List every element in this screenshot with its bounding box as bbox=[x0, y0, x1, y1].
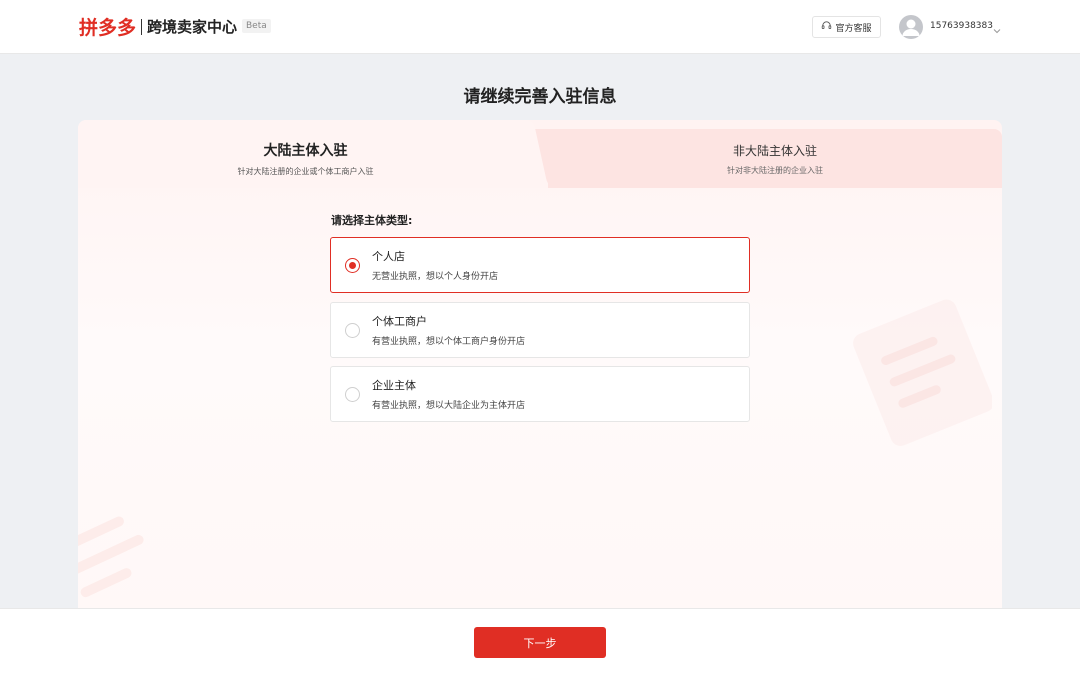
tab-non-mainland-subtitle: 针对非大陆注册的企业入驻 bbox=[727, 166, 823, 175]
entity-type-label: 请选择主体类型: bbox=[331, 214, 413, 227]
headset-icon bbox=[821, 20, 832, 34]
page-title: 请继续完善入驻信息 bbox=[463, 87, 617, 107]
radio-enterprise[interactable] bbox=[345, 387, 360, 402]
option-individual-business[interactable]: 个体工商户 有营业执照，想以个体工商户身份开店 bbox=[330, 302, 750, 358]
document-illustration-icon bbox=[842, 290, 994, 450]
user-phone[interactable]: 15763938383 bbox=[930, 21, 993, 31]
tab-non-mainland[interactable]: 非大陆主体入驻 针对非大陆注册的企业入驻 bbox=[548, 142, 1002, 176]
logo-divider bbox=[141, 19, 142, 35]
customer-service-label: 官方客服 bbox=[835, 23, 872, 34]
radio-individual-store[interactable] bbox=[345, 258, 360, 273]
option-enterprise[interactable]: 企业主体 有营业执照，想以大陆企业为主体开店 bbox=[330, 366, 750, 422]
tab-mainland-title: 大陆主体入驻 bbox=[263, 143, 348, 159]
option-title: 企业主体 bbox=[372, 379, 416, 392]
tab-mainland[interactable]: 大陆主体入驻 针对大陆注册的企业或个体工商户入驻 bbox=[78, 140, 533, 177]
brand-title: 跨境卖家中心 bbox=[147, 18, 238, 36]
option-title: 个体工商户 bbox=[372, 315, 427, 328]
user-avatar[interactable] bbox=[899, 15, 923, 39]
option-description: 无营业执照，想以个人身份开店 bbox=[372, 272, 499, 282]
next-step-button[interactable]: 下一步 bbox=[474, 627, 606, 658]
option-description: 有营业执照，想以个体工商户身份开店 bbox=[372, 337, 526, 347]
beta-badge: Beta bbox=[242, 19, 271, 33]
tab-mainland-subtitle: 针对大陆注册的企业或个体工商户入驻 bbox=[237, 167, 374, 176]
tab-non-mainland-title: 非大陆主体入驻 bbox=[732, 144, 817, 158]
chevron-down-icon[interactable] bbox=[992, 21, 1002, 34]
option-description: 有营业执照，想以大陆企业为主体开店 bbox=[372, 401, 526, 411]
decorative-stripes-icon bbox=[78, 500, 158, 610]
option-title: 个人店 bbox=[372, 250, 405, 263]
pinduoduo-logo[interactable]: 拼多多 bbox=[79, 13, 136, 40]
option-individual-store[interactable]: 个人店 无营业执照，想以个人身份开店 bbox=[330, 237, 750, 293]
top-header: 拼多多 跨境卖家中心 Beta 官方客服 15763938383 bbox=[0, 0, 1080, 54]
radio-individual-business[interactable] bbox=[345, 323, 360, 338]
footer-bar: 下一步 bbox=[0, 608, 1080, 675]
customer-service-button[interactable]: 官方客服 bbox=[812, 16, 881, 38]
